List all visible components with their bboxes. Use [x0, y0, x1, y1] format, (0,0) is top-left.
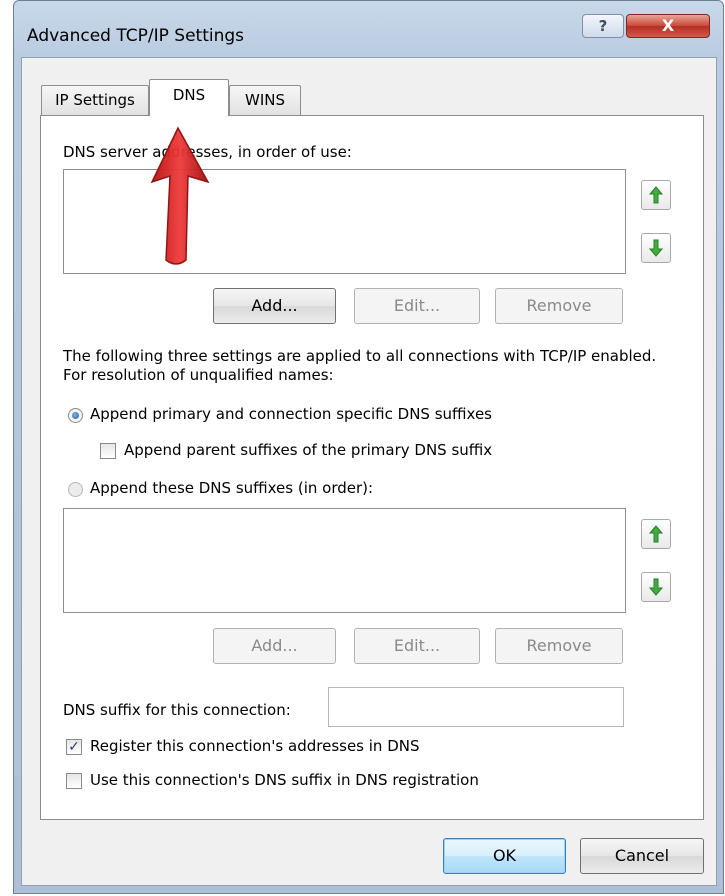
tab-wins[interactable]: WINS: [229, 85, 301, 115]
connection-suffix-label: DNS suffix for this connection:: [63, 701, 291, 719]
tab-ip-settings[interactable]: IP Settings: [41, 85, 149, 115]
use-suffix-registration-label: Use this connection's DNS suffix in DNS …: [90, 771, 479, 789]
annotation-arrow: [150, 126, 210, 265]
append-these-label: Append these DNS suffixes (in order):: [90, 479, 374, 497]
append-parent-checkbox[interactable]: [100, 443, 116, 459]
cancel-button[interactable]: Cancel: [580, 838, 704, 874]
register-addresses-label: Register this connection's addresses in …: [90, 737, 420, 755]
dns-suffix-list[interactable]: [63, 508, 626, 613]
suffix-add-button[interactable]: Add...: [213, 628, 336, 664]
suffix-move-down-button[interactable]: [641, 572, 671, 602]
suffix-move-up-button[interactable]: [641, 519, 671, 549]
dns-server-move-down-button[interactable]: [641, 233, 671, 263]
help-button[interactable]: ?: [582, 14, 624, 38]
dns-server-remove-button[interactable]: Remove: [495, 288, 623, 324]
arrow-down-icon: [648, 239, 664, 257]
resolution-description: The following three settings are applied…: [63, 347, 657, 384]
use-suffix-registration-checkbox[interactable]: [66, 773, 82, 789]
arrow-up-icon: [648, 525, 664, 543]
register-addresses-checkbox[interactable]: ✓: [66, 739, 82, 755]
arrow-up-icon: [648, 186, 664, 204]
dns-server-edit-button[interactable]: Edit...: [354, 288, 480, 324]
append-these-radio[interactable]: [68, 482, 83, 497]
ok-button[interactable]: OK: [443, 838, 566, 874]
tab-dns[interactable]: DNS: [149, 79, 229, 116]
append-primary-label: Append primary and connection specific D…: [90, 405, 492, 423]
dns-server-move-up-button[interactable]: [641, 180, 671, 210]
dns-server-add-button[interactable]: Add...: [213, 288, 336, 324]
suffix-edit-button[interactable]: Edit...: [354, 628, 480, 664]
connection-suffix-input[interactable]: [328, 687, 624, 727]
append-parent-label: Append parent suffixes of the primary DN…: [124, 441, 493, 459]
window-title: Advanced TCP/IP Settings: [27, 26, 245, 46]
close-button[interactable]: X: [626, 14, 710, 38]
arrow-down-icon: [648, 578, 664, 596]
append-primary-radio[interactable]: [68, 408, 83, 423]
suffix-remove-button[interactable]: Remove: [495, 628, 623, 664]
